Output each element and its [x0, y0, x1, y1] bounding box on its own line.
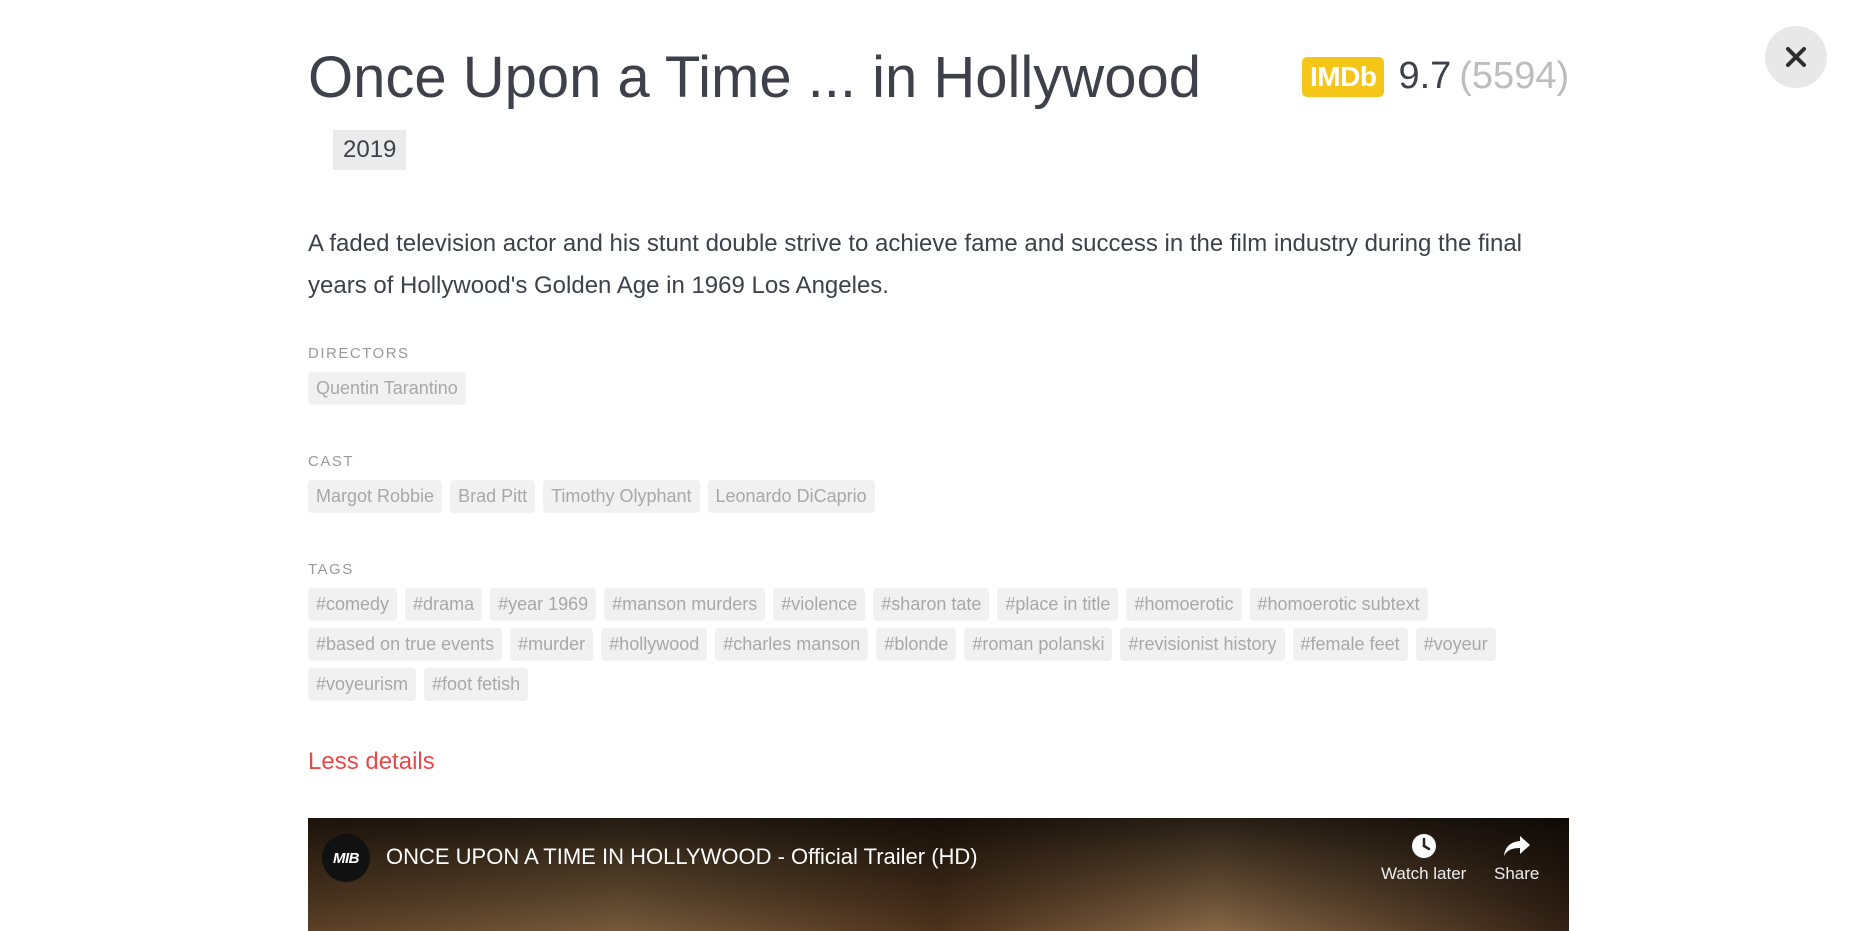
tag-chip[interactable]: #homoerotic subtext — [1249, 588, 1428, 621]
tag-chip[interactable]: #year 1969 — [490, 588, 597, 621]
tag-chip[interactable]: #place in title — [997, 588, 1119, 621]
tag-chip[interactable]: #voyeur — [1415, 628, 1496, 661]
tag-chip[interactable]: #manson murders — [604, 588, 766, 621]
tag-chip[interactable]: #based on true events — [308, 628, 503, 661]
tag-chip[interactable]: #charles manson — [715, 628, 869, 661]
tag-chip[interactable]: #female feet — [1292, 628, 1408, 661]
movie-detail-modal: Once Upon a Time ... in Hollywood IMDb 9… — [0, 0, 1865, 931]
cast-chip[interactable]: Margot Robbie — [308, 480, 443, 513]
share-button[interactable]: Share — [1494, 832, 1539, 884]
tag-chip[interactable]: #roman polanski — [964, 628, 1113, 661]
tag-chip[interactable]: #blonde — [876, 628, 957, 661]
tag-chip[interactable]: #hollywood — [601, 628, 708, 661]
movie-description: A faded television actor and his stunt d… — [308, 230, 1523, 299]
tag-chip[interactable]: #drama — [405, 588, 483, 621]
cast-chip[interactable]: Leonardo DiCaprio — [707, 480, 875, 513]
movie-title: Once Upon a Time ... in Hollywood — [308, 45, 1201, 110]
imdb-rating: IMDb 9.7 (5594) — [1302, 55, 1569, 98]
tag-chip[interactable]: #voyeurism — [308, 668, 417, 701]
imdb-logo: IMDb — [1302, 56, 1385, 97]
channel-avatar[interactable]: MIB — [322, 834, 370, 882]
tag-chip[interactable]: #violence — [773, 588, 866, 621]
clock-icon — [1411, 834, 1436, 858]
tag-chip[interactable]: #revisionist history — [1120, 628, 1285, 661]
share-label: Share — [1494, 864, 1540, 883]
video-title[interactable]: ONCE UPON A TIME IN HOLLYWOOD - Official… — [386, 844, 978, 870]
watch-later-label: Watch later — [1381, 864, 1467, 883]
cast-chip[interactable]: Timothy Olyphant — [543, 480, 700, 513]
directors-list: Quentin Tarantino — [308, 372, 1578, 405]
cast-chip[interactable]: Brad Pitt — [450, 480, 536, 513]
share-icon — [1503, 836, 1530, 856]
year-badge: 2019 — [333, 130, 407, 170]
tag-chip[interactable]: #foot fetish — [424, 668, 529, 701]
tag-chip[interactable]: #sharon tate — [873, 588, 990, 621]
tag-chip[interactable]: #comedy — [308, 588, 398, 621]
cast-list: Margot Robbie Brad Pitt Timothy Olyphant… — [308, 480, 1578, 513]
tag-chip[interactable]: #murder — [510, 628, 594, 661]
rating-score: 9.7 — [1398, 55, 1452, 97]
tags-list: #comedy #drama #year 1969 #manson murder… — [308, 588, 1578, 701]
watch-later-button[interactable]: Watch later — [1381, 832, 1466, 884]
directors-label: DIRECTORS — [308, 345, 410, 362]
trailer-video-embed[interactable]: MIB ONCE UPON A TIME IN HOLLYWOOD - Offi… — [308, 818, 1569, 931]
tags-label: TAGS — [308, 561, 354, 578]
cast-label: CAST — [308, 453, 355, 470]
rating-votes: (5594) — [1459, 55, 1570, 97]
close-icon — [1786, 47, 1806, 67]
tag-chip[interactable]: #homoerotic — [1126, 588, 1242, 621]
close-button[interactable] — [1765, 26, 1827, 88]
director-chip[interactable]: Quentin Tarantino — [308, 372, 466, 405]
less-details-link[interactable]: Less details — [308, 748, 435, 776]
video-overlay — [308, 818, 1569, 931]
